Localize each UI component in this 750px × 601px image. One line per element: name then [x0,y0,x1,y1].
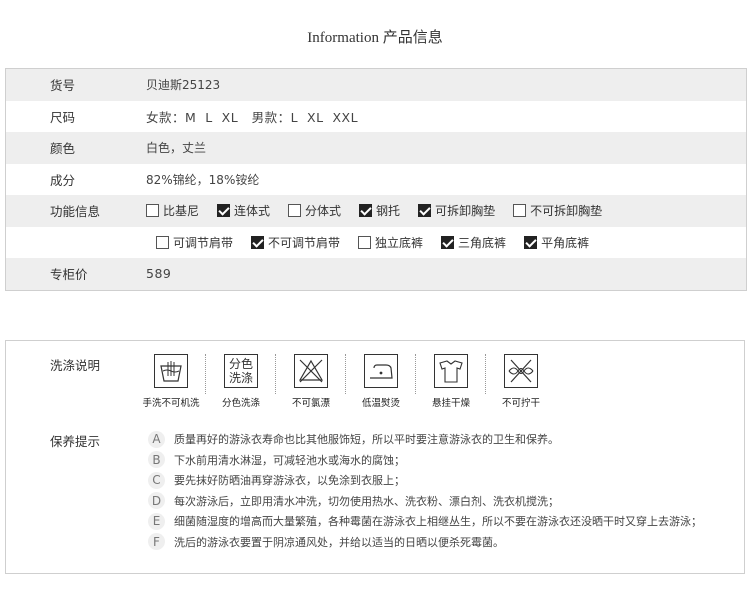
sku-value: 贝迪斯25123 [146,78,221,93]
tip-letter-badge: E [148,512,165,530]
tip-text: 质量再好的游泳衣寿命也比其他服饰短，所以平时要注意游泳衣的卫生和保养。 [174,433,559,447]
wash-icons: 手洗不可机洗 分色 洗涤 分色洗涤 不可氯漂 低温熨烫 悬挂干燥 不可拧干 [136,354,556,409]
tip-item: E 细菌随湿度的增高而大量繁殖，各种霉菌在游泳衣上相继丛生，所以不要在游泳衣还没晒… [148,511,702,532]
feature-option: 平角底裤 [524,234,589,251]
checkbox-unchecked-icon [156,235,169,249]
features-label: 功能信息 [50,204,101,220]
feature-option: 不可调节肩带 [251,234,340,251]
feature-option: 三角底裤 [441,234,506,251]
feature-label: 三角底裤 [458,235,507,250]
wash-label: 洗涤说明 [50,358,101,373]
feature-option: 可拆卸胸垫 [418,202,495,219]
tips-list: A 质量再好的游泳衣寿命也比其他服饰短，所以平时要注意游泳衣的卫生和保养。 B 下水前… [148,429,702,552]
no-wring-item: 不可拧干 [486,354,556,409]
tip-item: F 洗后的游泳衣要置于阴凉通风处，并给以适当的日晒以便杀死霉菌。 [148,532,702,553]
care-box: 洗涤说明 手洗不可机洗 分色 洗涤 分色洗涤 不可氯漂 低温熨烫 悬挂干燥 不可… [5,340,745,574]
feature-label: 钢托 [376,204,401,219]
feature-option: 连体式 [217,202,270,219]
tip-text: 洗后的游泳衣要置于阴凉通风处，并给以适当的日晒以便杀死霉菌。 [174,535,504,549]
checkbox-checked-icon [217,204,231,218]
row-color: 颜色 白色，丈兰 [6,132,746,164]
separate-wash-text-2: 洗涤 [228,371,253,385]
checkbox-unchecked-icon [288,204,302,218]
tip-letter-badge: C [148,471,165,489]
row-features-2: 可调节肩带 不可调节肩带 独立底裤 三角底裤 平角底裤 [6,227,746,259]
tip-item: C 要先抹好防晒油再穿游泳衣，以免涂到衣服上； [148,470,702,491]
feature-label: 不可拆卸胸垫 [530,204,603,219]
material-label: 成分 [50,172,76,188]
checkbox-checked-icon [359,204,373,218]
feature-option: 不可拆卸胸垫 [513,202,602,219]
tip-letter-badge: F [148,533,165,551]
row-material: 成分 82%锦纶，18%铵纶 [6,164,746,196]
feature-option: 独立底裤 [358,234,423,251]
size-value: 女款：M L XL 男款：L XL XXL [146,109,359,125]
price-label: 专柜价 [50,267,88,283]
checkbox-checked-icon [441,235,455,249]
feature-label: 比基尼 [163,204,200,219]
tip-letter-badge: A [148,430,165,448]
checkbox-unchecked-icon [513,204,527,218]
feature-option: 可调节肩带 [156,234,233,251]
tip-text: 下水前用清水淋湿，可减轻池水或海水的腐蚀； [174,453,405,467]
feature-option: 钢托 [359,202,400,219]
separate-wash-text-1: 分色 [228,357,253,371]
color-value: 白色，丈兰 [146,141,207,156]
hand-wash-caption: 手洗不可机洗 [142,398,200,409]
separate-wash-item: 分色 洗涤 分色洗涤 [206,354,276,409]
checkbox-unchecked-icon [146,204,159,218]
size-label: 尺码 [50,109,76,125]
material-value: 82%锦纶，18%铵纶 [146,172,260,187]
no-bleach-caption: 不可氯漂 [291,398,330,409]
checkbox-checked-icon [418,204,432,218]
feature-label: 可调节肩带 [173,235,234,250]
row-price: 专柜价 589 [6,258,746,290]
feature-option: 比基尼 [146,202,199,219]
checkbox-checked-icon [524,235,538,249]
spec-table: 货号 贝迪斯25123 尺码 女款：M L XL 男款：L XL XXL 颜色 … [5,68,747,291]
low-iron-caption: 低温熨烫 [361,398,400,409]
checkbox-unchecked-icon [358,235,372,249]
low-iron-item: 低温熨烫 [346,354,416,409]
hang-dry-caption: 悬挂干燥 [431,398,470,409]
feature-label: 连体式 [234,204,271,219]
feature-label: 平角底裤 [541,235,590,250]
tip-letter-badge: B [148,451,165,469]
feature-label: 不可调节肩带 [268,235,341,250]
sku-label: 货号 [50,78,76,94]
features-list-1: 比基尼 连体式 分体式 钢托 可拆卸胸垫 不可拆卸胸垫 [146,202,746,219]
tip-letter-badge: D [148,492,165,510]
feature-option: 分体式 [288,202,341,219]
row-features: 功能信息 比基尼 连体式 分体式 钢托 可拆卸胸垫 不可拆卸胸垫 [6,195,746,227]
hang-dry-icon [434,354,468,388]
tip-text: 要先抹好防晒油再穿游泳衣，以免涂到衣服上； [174,474,405,488]
feature-label: 分体式 [305,204,342,219]
no-bleach-item: 不可氯漂 [276,354,346,409]
hand-wash-item: 手洗不可机洗 [136,354,206,409]
no-wring-icon [504,354,538,388]
tip-item: D 每次游泳后，立即用清水冲洗，切勿使用热水、洗衣粉、漂白剂、洗衣机搅洗； [148,491,702,512]
color-label: 颜色 [50,141,76,157]
tip-item: B 下水前用清水淋湿，可减轻池水或海水的腐蚀； [148,450,702,471]
row-sku: 货号 贝迪斯25123 [6,69,746,101]
separate-wash-caption: 分色洗涤 [221,398,260,409]
price-value: 589 [146,266,172,282]
no-wring-caption: 不可拧干 [501,398,540,409]
tip-text: 细菌随湿度的增高而大量繁殖，各种霉菌在游泳衣上相继丛生，所以不要在游泳衣还没晒干… [174,515,702,529]
page-title: Information 产品信息 [307,30,443,46]
low-iron-icon [364,354,398,388]
feature-label: 独立底裤 [375,235,424,250]
tips-label: 保养提示 [50,434,101,449]
feature-label: 可拆卸胸垫 [435,204,496,219]
tip-item: A 质量再好的游泳衣寿命也比其他服饰短，所以平时要注意游泳衣的卫生和保养。 [148,429,702,450]
checkbox-checked-icon [251,235,265,249]
tip-text: 每次游泳后，立即用清水冲洗，切勿使用热水、洗衣粉、漂白剂、洗衣机搅洗； [174,494,559,508]
no-bleach-icon [294,354,328,388]
separate-wash-icon: 分色 洗涤 [224,354,258,388]
hand-wash-icon [154,354,188,388]
hang-dry-item: 悬挂干燥 [416,354,486,409]
features-list-2: 可调节肩带 不可调节肩带 独立底裤 三角底裤 平角底裤 [146,234,746,251]
row-size: 尺码 女款：M L XL 男款：L XL XXL [6,101,746,133]
